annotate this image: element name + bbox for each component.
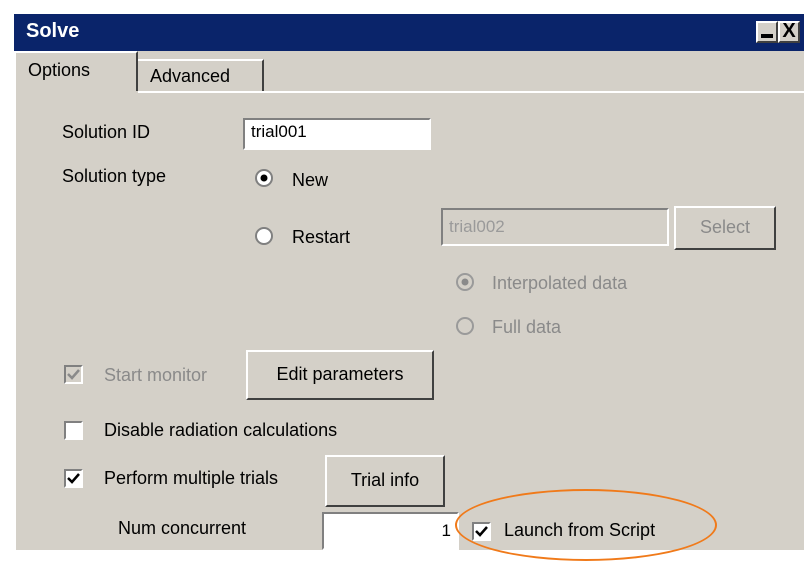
solution-type-label: Solution type xyxy=(62,166,167,186)
radio-interpolated-data-label: Interpolated data xyxy=(492,273,628,293)
multiple-trials-label: Perform multiple trials xyxy=(104,468,279,488)
minimize-icon[interactable] xyxy=(756,21,778,43)
radio-restart-label: Restart xyxy=(292,227,351,247)
tab-options-label: Options xyxy=(28,60,91,80)
edit-parameters-button[interactable]: Edit parameters xyxy=(246,350,434,400)
restart-id-input[interactable]: trial002 xyxy=(441,208,669,246)
tab-advanced-label: Advanced xyxy=(150,66,231,86)
disable-radiation-checkbox[interactable] xyxy=(64,421,83,440)
window-title: Solve xyxy=(26,20,80,42)
solve-dialog: Solve X Options Advanced Solution ID tri… xyxy=(14,14,804,550)
radio-full-data[interactable] xyxy=(455,316,475,336)
start-monitor-checkbox[interactable] xyxy=(64,365,83,384)
num-concurrent-input[interactable]: 1 xyxy=(322,512,459,550)
tab-panel-border-left xyxy=(14,91,16,550)
disable-radiation-label: Disable radiation calculations xyxy=(104,420,338,440)
select-button[interactable]: Select xyxy=(674,206,776,250)
radio-full-data-label: Full data xyxy=(492,317,562,337)
radio-restart[interactable] xyxy=(254,226,274,246)
solution-id-input[interactable]: trial001 xyxy=(243,118,431,150)
radio-new[interactable] xyxy=(254,168,274,188)
checkmark-icon xyxy=(67,473,80,484)
num-concurrent-label: Num concurrent xyxy=(118,518,247,538)
start-monitor-label: Start monitor xyxy=(104,365,208,385)
title-bar[interactable]: Solve X xyxy=(14,14,804,51)
trial-info-button[interactable]: Trial info xyxy=(325,455,445,507)
radio-interpolated-data[interactable] xyxy=(455,272,475,292)
radio-new-label: New xyxy=(292,170,329,190)
multiple-trials-checkbox[interactable] xyxy=(64,469,83,488)
tab-options[interactable]: Options xyxy=(14,51,138,91)
checkmark-icon xyxy=(67,369,80,380)
close-icon[interactable]: X xyxy=(778,21,800,43)
solution-id-label: Solution ID xyxy=(62,122,151,142)
tab-panel-border xyxy=(138,91,804,93)
annotation-highlight-ellipse xyxy=(455,489,717,561)
tab-advanced[interactable]: Advanced xyxy=(138,59,264,91)
